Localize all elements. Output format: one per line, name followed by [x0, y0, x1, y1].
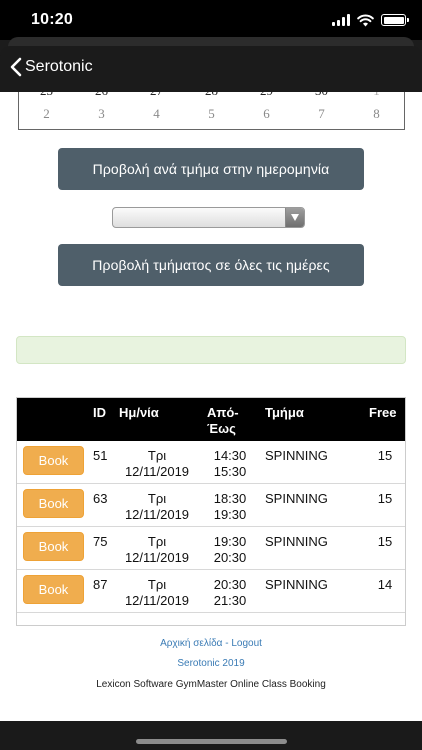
department-select[interactable] [112, 207, 305, 228]
class-id: 87 [93, 577, 108, 592]
class-id: 51 [93, 448, 108, 463]
web-content: 23 26 27 28 29 30 1 2 3 4 5 6 7 8 Προβολ… [0, 92, 422, 721]
class-day: Τρι [147, 448, 167, 463]
class-time: 14:30 15:30 [211, 448, 249, 480]
footer-credit: Lexicon Software GymMaster Online Class … [96, 679, 326, 690]
class-department: SPINNING [265, 534, 328, 549]
class-time-to: 15:30 [213, 464, 247, 479]
back-button[interactable]: Serotonic [10, 57, 93, 77]
class-day: Τρι [147, 491, 167, 506]
footer-links: Αρχική σελίδα - Logout [0, 638, 422, 649]
table-header: ID Ημ/νία Από-Έως Τμήμα Free [17, 398, 405, 441]
chevron-left-icon [10, 57, 22, 77]
home-bar-area [0, 721, 422, 750]
calendar-day[interactable]: 30 [294, 92, 349, 99]
class-date-value: 12/11/2019 [124, 593, 190, 608]
status-icons [332, 12, 409, 28]
class-time: 20:30 21:30 [211, 577, 249, 609]
header-department: Τμήμα [265, 405, 304, 420]
book-button[interactable]: Book [23, 575, 84, 604]
class-time-from: 14:30 [213, 448, 247, 463]
logout-link[interactable]: Logout [231, 638, 262, 649]
class-date-value: 12/11/2019 [124, 507, 190, 522]
class-date: Τρι 12/11/2019 [115, 491, 199, 523]
class-time: 18:30 19:30 [211, 491, 249, 523]
class-day: Τρι [147, 534, 167, 549]
view-by-date-button[interactable]: Προβολή ανά τμήμα στην ημερομηνία [58, 148, 364, 190]
calendar-day[interactable]: 27 [129, 92, 184, 99]
dropdown-arrow-icon [285, 208, 304, 227]
header-id: ID [93, 405, 106, 420]
calendar-day[interactable]: 7 [294, 106, 349, 122]
table-row: Book 87 Τρι 12/11/2019 20:30 21:30 SPINN… [17, 570, 405, 613]
classes-table: ID Ημ/νία Από-Έως Τμήμα Free Book 51 Τρι… [16, 397, 406, 626]
class-department: SPINNING [265, 491, 328, 506]
calendar-day[interactable]: 8 [349, 106, 404, 122]
class-time: 19:30 20:30 [211, 534, 249, 566]
class-date-value: 12/11/2019 [124, 464, 190, 479]
class-department: SPINNING [265, 448, 328, 463]
class-time-from: 20:30 [213, 577, 247, 592]
class-id: 63 [93, 491, 108, 506]
calendar-day[interactable]: 1 [349, 92, 404, 99]
battery-icon [381, 14, 409, 26]
cellular-signal-icon [332, 14, 350, 26]
class-free-spots: 14 [377, 577, 393, 592]
table-row: Book 51 Τρι 12/11/2019 14:30 15:30 SPINN… [17, 441, 405, 484]
class-date: Τρι 12/11/2019 [115, 448, 199, 480]
class-free-spots: 15 [377, 448, 393, 463]
calendar: 23 26 27 28 29 30 1 2 3 4 5 6 7 8 [18, 92, 405, 130]
class-day: Τρι [147, 577, 167, 592]
class-time-from: 19:30 [213, 534, 247, 549]
class-date: Τρι 12/11/2019 [115, 534, 199, 566]
book-button[interactable]: Book [23, 489, 84, 518]
class-time-from: 18:30 [213, 491, 247, 506]
calendar-day[interactable]: 4 [129, 106, 184, 122]
header-time: Από-Έως [207, 405, 239, 436]
footer-separator: - [222, 638, 232, 649]
wifi-icon [357, 13, 374, 26]
calendar-day[interactable]: 6 [239, 106, 294, 122]
class-id: 75 [93, 534, 108, 549]
class-free-spots: 15 [377, 491, 393, 506]
calendar-week-row: 2 3 4 5 6 7 8 [19, 106, 404, 122]
calendar-week-row: 23 26 27 28 29 30 1 [19, 92, 404, 99]
back-label: Serotonic [25, 58, 93, 75]
calendar-day[interactable]: 23 [19, 92, 74, 99]
book-button[interactable]: Book [23, 532, 84, 561]
status-message-box [16, 336, 406, 364]
class-department: SPINNING [265, 577, 328, 592]
header-free: Free [369, 405, 397, 420]
class-time-to: 20:30 [213, 550, 247, 565]
calendar-day[interactable]: 26 [74, 92, 129, 99]
book-button[interactable]: Book [23, 446, 84, 475]
table-row: Book 75 Τρι 12/11/2019 19:30 20:30 SPINN… [17, 527, 405, 570]
class-date: Τρι 12/11/2019 [115, 577, 199, 609]
calendar-day[interactable]: 2 [19, 106, 74, 122]
class-time-to: 19:30 [213, 507, 247, 522]
calendar-day[interactable]: 28 [184, 92, 239, 99]
header-date: Ημ/νία [119, 405, 159, 420]
status-bar: 10:20 [0, 0, 422, 40]
calendar-day[interactable]: 29 [239, 92, 294, 99]
footer-copyright[interactable]: Serotonic 2019 [0, 658, 422, 669]
class-time-to: 21:30 [213, 593, 247, 608]
view-all-days-button[interactable]: Προβολή τμήματος σε όλες τις ημέρες [58, 244, 364, 286]
calendar-day[interactable]: 3 [74, 106, 129, 122]
class-free-spots: 15 [377, 534, 393, 549]
home-page-link[interactable]: Αρχική σελίδα [160, 638, 222, 649]
status-time: 10:20 [31, 11, 73, 28]
calendar-day[interactable]: 5 [184, 106, 239, 122]
class-date-value: 12/11/2019 [124, 550, 190, 565]
navigation-bar: Serotonic [0, 46, 422, 92]
home-indicator[interactable] [136, 739, 287, 744]
table-row: Book 63 Τρι 12/11/2019 18:30 19:30 SPINN… [17, 484, 405, 527]
